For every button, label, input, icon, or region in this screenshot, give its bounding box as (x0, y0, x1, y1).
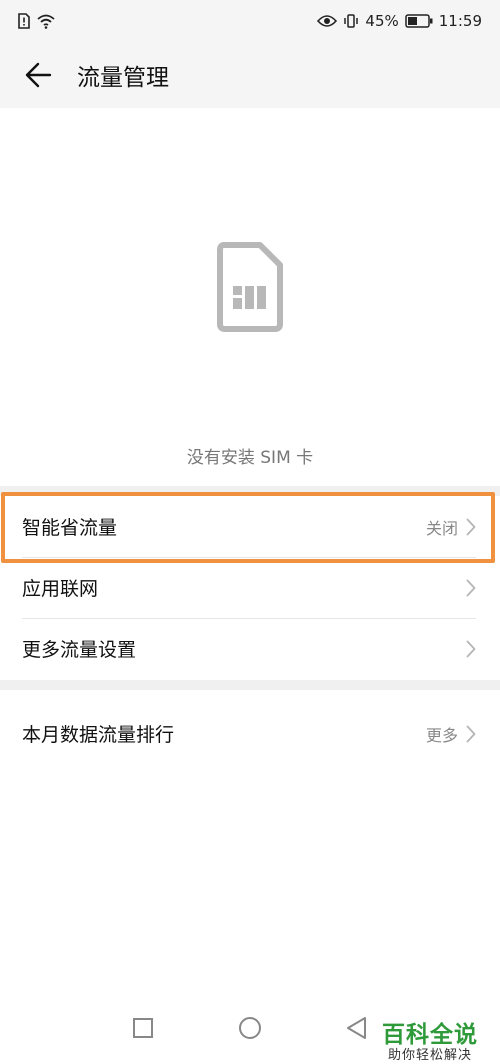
more-link: 更多 (425, 725, 458, 745)
back-button[interactable] (16, 53, 60, 97)
sim-card-icon (217, 242, 283, 332)
row-smart-data-saver[interactable]: 智能省流量 关闭 (0, 496, 500, 557)
chevron-right-icon (466, 725, 476, 742)
row-monthly-data-ranking[interactable]: 本月数据流量排行 更多 (0, 703, 500, 764)
chevron-right-icon (466, 640, 476, 657)
row-label: 更多流量设置 (22, 639, 137, 661)
section-divider (0, 486, 500, 496)
page-title: 流量管理 (77, 65, 169, 91)
section-divider (0, 680, 500, 690)
chevron-right-icon (466, 579, 476, 596)
status-right: 45% 11:59 (317, 12, 482, 30)
empty-state: 没有安装 SIM 卡 (0, 108, 500, 486)
row-label: 本月数据流量排行 (22, 724, 175, 746)
watermark-subtitle: 助你轻松解决 (387, 1048, 472, 1063)
row-label: 应用联网 (22, 578, 99, 600)
chevron-right-icon (466, 518, 476, 535)
watermark-title: 百科全说 (382, 1022, 478, 1048)
arrow-left-icon (25, 62, 52, 88)
vibrate-icon (344, 14, 359, 28)
row-value: 关闭 (425, 518, 458, 538)
sim-alert-icon (18, 13, 30, 29)
status-left (18, 13, 56, 29)
back-triangle-icon[interactable] (342, 1013, 372, 1043)
recents-square-icon[interactable] (128, 1013, 158, 1043)
ranking-section: 本月数据流量排行 更多 (0, 703, 500, 764)
no-sim-message: 没有安装 SIM 卡 (186, 448, 314, 468)
row-more-data-settings[interactable]: 更多流量设置 (0, 618, 500, 679)
watermark-logo: 百科全说 助你轻松解决 (374, 1022, 486, 1064)
wifi-icon (37, 14, 55, 29)
clock: 11:59 (438, 12, 482, 30)
settings-list: 智能省流量 关闭 应用联网 更多流量设置 (0, 496, 500, 679)
eye-icon (317, 15, 338, 27)
battery-percent: 45% (365, 12, 399, 30)
home-circle-icon[interactable] (235, 1013, 265, 1043)
app-bar: 流量管理 (0, 42, 500, 108)
battery-icon (405, 14, 433, 28)
row-label: 智能省流量 (22, 517, 118, 539)
status-bar: 45% 11:59 (0, 0, 500, 42)
row-app-networking[interactable]: 应用联网 (0, 557, 500, 618)
